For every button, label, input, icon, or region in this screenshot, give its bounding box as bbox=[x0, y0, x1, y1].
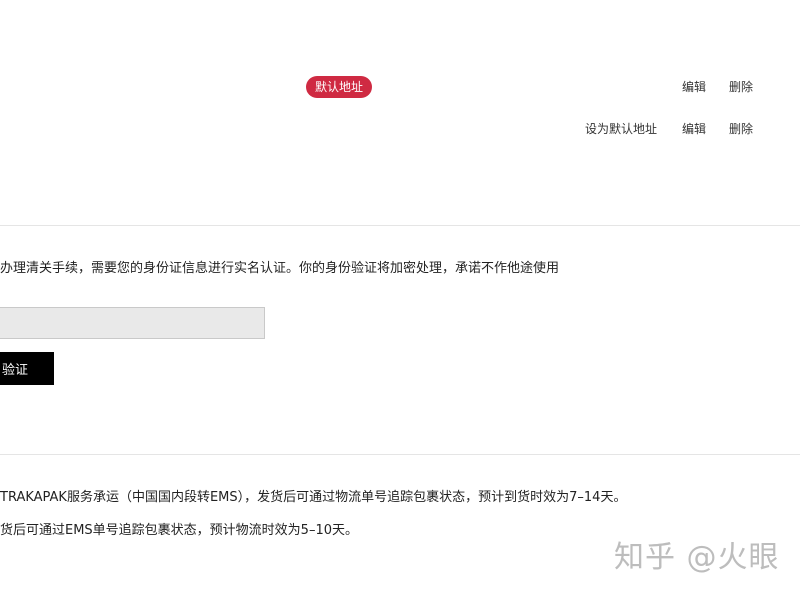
default-address-badge: 默认地址 bbox=[306, 76, 373, 98]
address-2-delete-link[interactable]: 删除 bbox=[729, 120, 753, 137]
address-2-set-default-link[interactable]: 设为默认地址 bbox=[585, 120, 657, 137]
section-divider bbox=[0, 454, 800, 455]
section-divider bbox=[0, 225, 800, 226]
address-1-delete-link[interactable]: 删除 bbox=[729, 78, 753, 95]
address-2-edit-link[interactable]: 编辑 bbox=[682, 120, 706, 137]
address-1-edit-link[interactable]: 编辑 bbox=[682, 78, 706, 95]
checkout-page: 默认地址 编辑 删除 设为默认地址 编辑 删除 办理清关手续，需要您的身份证信息… bbox=[0, 0, 800, 600]
zhihu-watermark: 知乎 @火眼 bbox=[614, 540, 780, 575]
id-verification-notice: 办理清关手续，需要您的身份证信息进行实名认证。你的身份验证将加密处理，承诺不作他… bbox=[0, 261, 560, 276]
verify-button[interactable]: 验证 bbox=[0, 352, 54, 385]
id-number-input[interactable] bbox=[0, 307, 265, 339]
shipping-note-1: TRAKAPAK服务承运（中国国内段转EMS），发货后可通过物流单号追踪包裹状态… bbox=[0, 490, 627, 505]
shipping-note-2: 货后可通过EMS单号追踪包裹状态，预计物流时效为5–10天。 bbox=[0, 523, 358, 538]
